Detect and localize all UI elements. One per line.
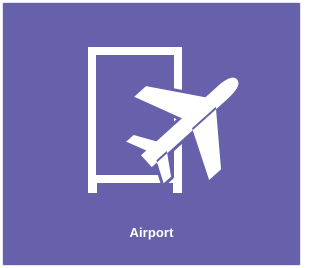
tile-label: Airport: [129, 225, 174, 240]
board-leg-right: [173, 179, 182, 193]
board-leg-left: [88, 179, 97, 193]
airport-tile[interactable]: Airport: [2, 2, 301, 266]
tile-frame: Airport: [0, 0, 303, 268]
airport-icon: [88, 47, 242, 193]
